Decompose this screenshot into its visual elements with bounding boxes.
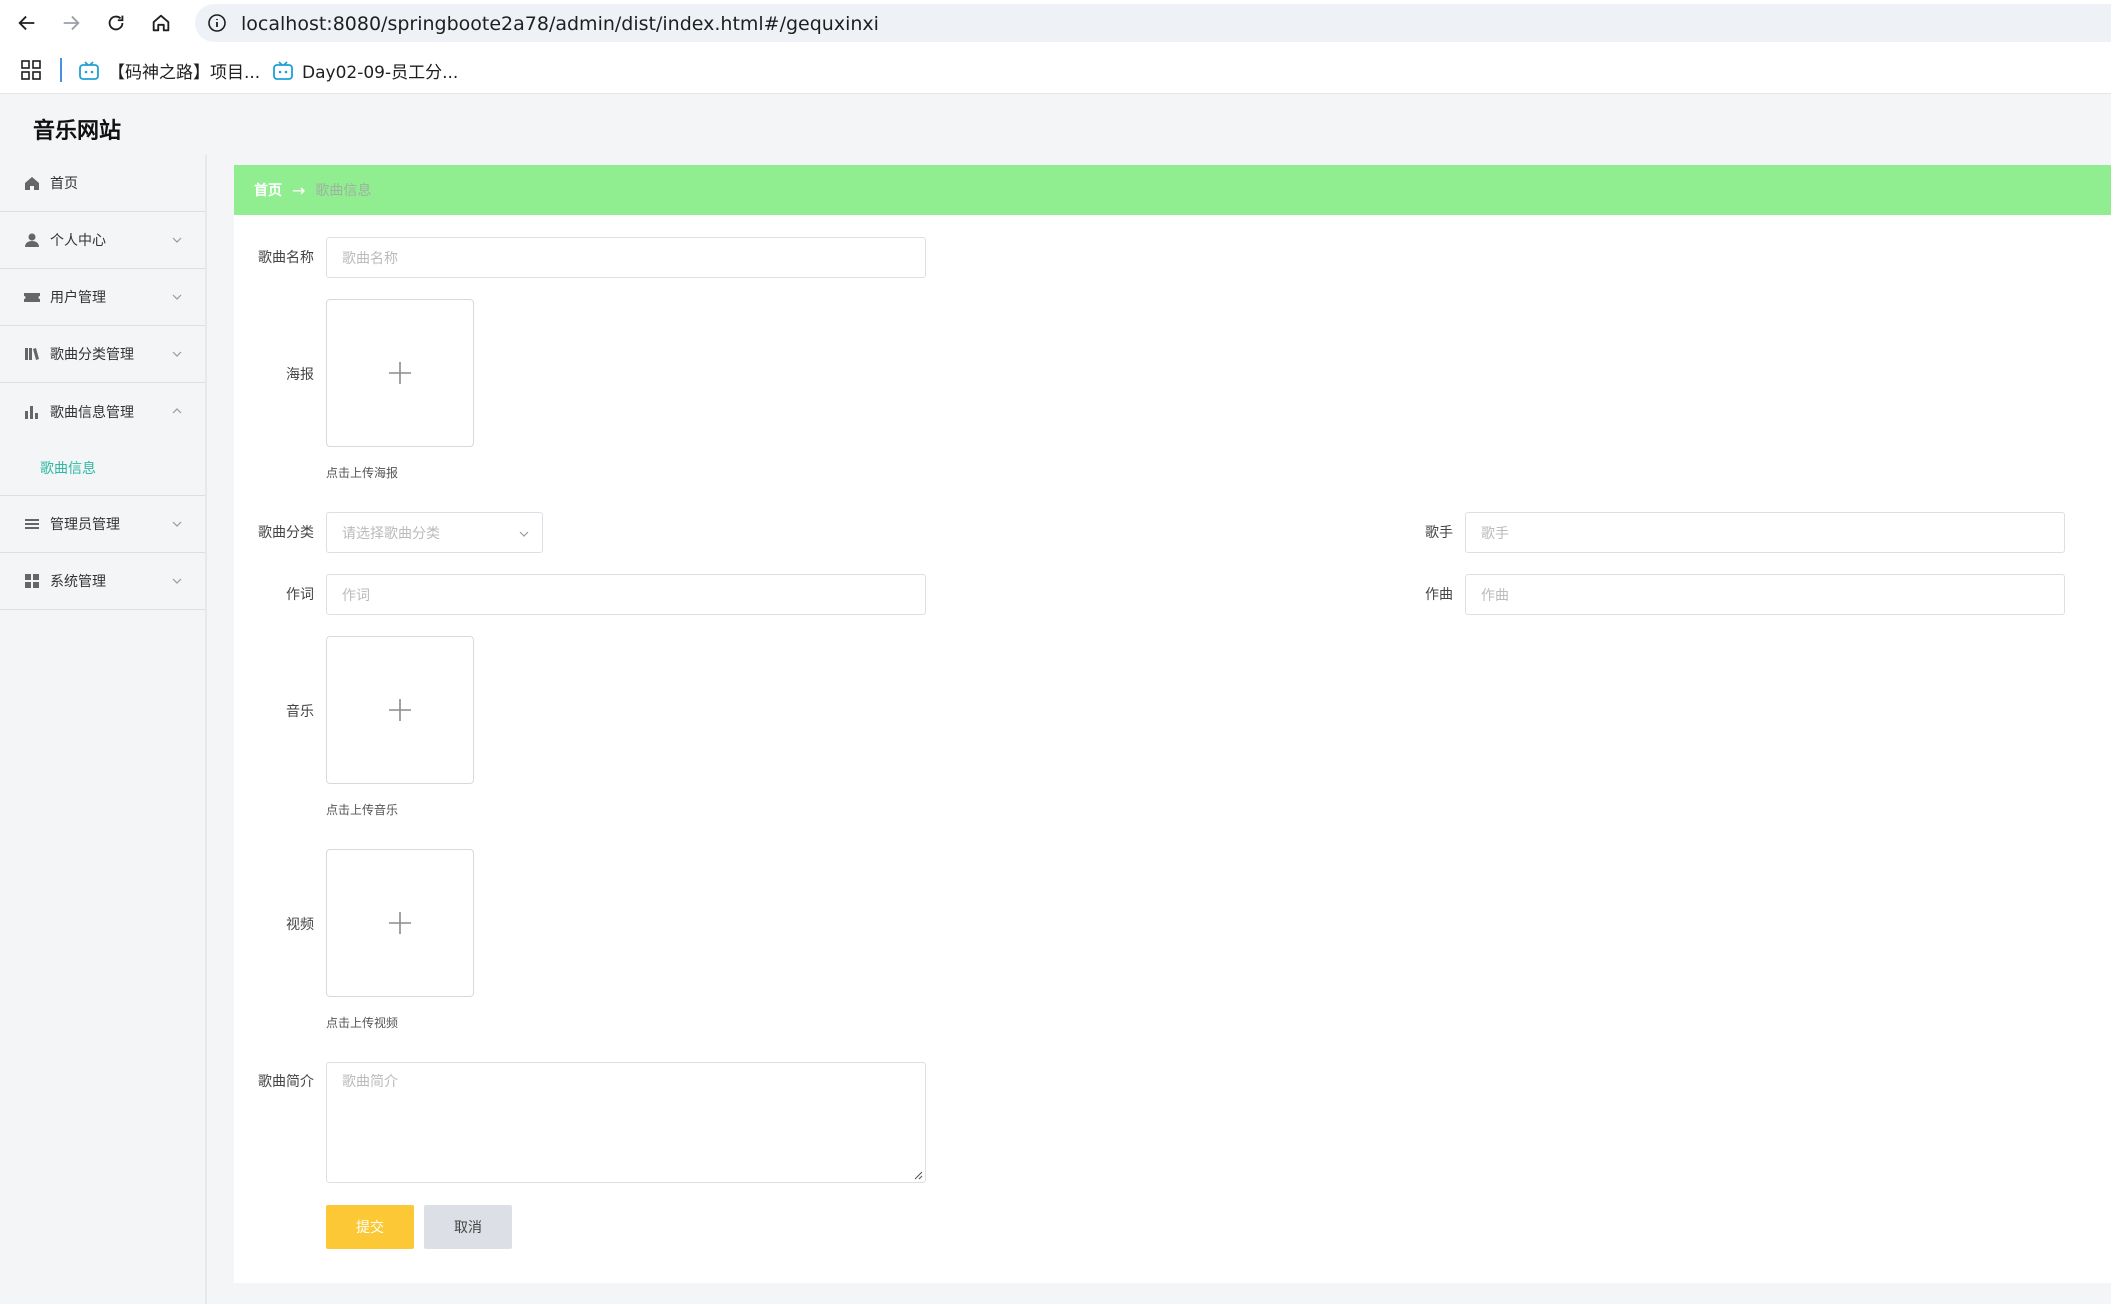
plus-icon bbox=[389, 699, 411, 721]
user-icon bbox=[24, 232, 40, 248]
intro-textarea[interactable]: 歌曲简介 bbox=[326, 1062, 926, 1183]
submit-button[interactable]: 提交 bbox=[326, 1205, 414, 1249]
home-icon bbox=[24, 175, 40, 191]
breadcrumb-arrow: → bbox=[292, 180, 306, 200]
bookmark-label: Day02-09-员工分... bbox=[302, 63, 459, 83]
video-upload[interactable] bbox=[326, 849, 474, 997]
bookmark-item-1[interactable]: 【码神之路】项目... bbox=[78, 58, 260, 83]
composer-placeholder: 作曲 bbox=[1481, 587, 1509, 604]
singer-input[interactable]: 歌手 bbox=[1465, 512, 2065, 553]
bookmarks-bar: 【码神之路】项目... Day02-09-员工分... bbox=[0, 46, 2111, 94]
bilibili-icon bbox=[273, 60, 293, 80]
grid-icon bbox=[24, 573, 40, 589]
home-button[interactable] bbox=[148, 10, 174, 36]
bilibili-icon bbox=[79, 60, 99, 80]
plus-icon bbox=[389, 912, 411, 934]
sidebar-item-label: 系统管理 bbox=[50, 574, 106, 590]
info-icon[interactable] bbox=[207, 13, 227, 33]
ticket-icon bbox=[24, 289, 40, 305]
category-label: 歌曲分类 bbox=[258, 525, 314, 541]
chevron-up-icon bbox=[172, 408, 182, 414]
app-root: 音乐网站 首页 个人中心 用户管理 歌曲分类管理 歌曲信息管理 歌曲信息 管理员… bbox=[0, 95, 2111, 1304]
song-name-label: 歌曲名称 bbox=[258, 250, 314, 266]
address-bar[interactable]: localhost:8080/springboote2a78/admin/dis… bbox=[195, 4, 2111, 42]
video-label: 视频 bbox=[286, 917, 314, 933]
home-icon bbox=[152, 14, 170, 32]
lyricist-placeholder: 作词 bbox=[342, 587, 370, 604]
video-upload-hint: 点击上传视频 bbox=[326, 1016, 399, 1030]
breadcrumb: 首页 → 歌曲信息 bbox=[234, 165, 2111, 215]
singer-placeholder: 歌手 bbox=[1481, 525, 1509, 542]
sidebar-item-label: 管理员管理 bbox=[50, 517, 120, 533]
resize-handle-icon[interactable] bbox=[913, 1170, 923, 1180]
intro-placeholder: 歌曲简介 bbox=[342, 1074, 398, 1090]
category-placeholder: 请选择歌曲分类 bbox=[342, 525, 440, 542]
sidebar-subitem-song-info[interactable]: 歌曲信息 bbox=[0, 440, 205, 496]
plus-icon bbox=[389, 362, 411, 384]
bookmark-item-2[interactable]: Day02-09-员工分... bbox=[272, 58, 458, 83]
sidebar-item-label: 歌曲分类管理 bbox=[50, 347, 134, 363]
song-name-placeholder: 歌曲名称 bbox=[342, 250, 398, 267]
sidebar-item-label: 用户管理 bbox=[50, 290, 106, 306]
reload-button[interactable] bbox=[103, 10, 129, 36]
main-content: 首页 → 歌曲信息 歌曲名称 歌曲名称 海报 点击上传海报 歌曲分类 请选择歌曲… bbox=[234, 165, 2111, 1283]
sidebar-item-song-info[interactable]: 歌曲信息管理 bbox=[0, 383, 205, 440]
bookmarks-divider bbox=[60, 58, 62, 82]
breadcrumb-home[interactable]: 首页 bbox=[254, 180, 282, 200]
url-text[interactable]: localhost:8080/springboote2a78/admin/dis… bbox=[241, 13, 879, 35]
poster-upload-hint: 点击上传海报 bbox=[326, 466, 399, 480]
song-name-input[interactable]: 歌曲名称 bbox=[326, 237, 926, 278]
browser-toolbar: localhost:8080/springboote2a78/admin/dis… bbox=[0, 0, 2111, 46]
list-icon bbox=[24, 516, 40, 532]
chevron-down-icon bbox=[172, 351, 182, 357]
music-label: 音乐 bbox=[286, 704, 314, 720]
breadcrumb-current: 歌曲信息 bbox=[315, 183, 372, 199]
library-icon bbox=[24, 346, 40, 362]
reload-icon bbox=[108, 15, 124, 31]
music-upload-hint: 点击上传音乐 bbox=[326, 803, 399, 817]
chevron-down-icon bbox=[172, 294, 182, 300]
chevron-down-icon bbox=[172, 578, 182, 584]
sidebar-item-label: 首页 bbox=[50, 176, 78, 192]
sidebar-item-song-category[interactable]: 歌曲分类管理 bbox=[0, 326, 205, 383]
composer-input[interactable]: 作曲 bbox=[1465, 574, 2065, 615]
arrow-left-icon bbox=[18, 15, 35, 31]
forward-button[interactable] bbox=[58, 10, 84, 36]
sidebar: 首页 个人中心 用户管理 歌曲分类管理 歌曲信息管理 歌曲信息 管理员管理 系统… bbox=[0, 155, 207, 1304]
sidebar-item-home[interactable]: 首页 bbox=[0, 155, 205, 212]
music-upload[interactable] bbox=[326, 636, 474, 784]
cancel-button[interactable]: 取消 bbox=[424, 1205, 512, 1249]
bar-chart-icon bbox=[24, 404, 40, 420]
poster-label: 海报 bbox=[286, 367, 314, 383]
sidebar-item-users[interactable]: 用户管理 bbox=[0, 269, 205, 326]
intro-label: 歌曲简介 bbox=[258, 1074, 314, 1090]
sidebar-item-admins[interactable]: 管理员管理 bbox=[0, 496, 205, 553]
singer-label: 歌手 bbox=[1425, 525, 1453, 541]
chevron-down-icon bbox=[172, 521, 182, 527]
site-brand: 音乐网站 bbox=[33, 119, 122, 144]
bookmark-label: 【码神之路】项目... bbox=[108, 63, 261, 83]
apps-grid-icon[interactable] bbox=[20, 59, 42, 81]
composer-label: 作曲 bbox=[1425, 587, 1453, 603]
sidebar-subitem-label: 歌曲信息 bbox=[40, 460, 96, 477]
back-button[interactable] bbox=[14, 10, 40, 36]
arrow-right-icon bbox=[63, 15, 80, 31]
category-select[interactable]: 请选择歌曲分类 bbox=[326, 512, 543, 553]
sidebar-item-label: 个人中心 bbox=[50, 233, 106, 249]
lyricist-input[interactable]: 作词 bbox=[326, 574, 926, 615]
chevron-down-icon bbox=[172, 237, 182, 243]
chevron-down-icon bbox=[519, 531, 529, 537]
sidebar-item-profile[interactable]: 个人中心 bbox=[0, 212, 205, 269]
lyricist-label: 作词 bbox=[286, 587, 314, 603]
poster-upload[interactable] bbox=[326, 299, 474, 447]
sidebar-item-system[interactable]: 系统管理 bbox=[0, 553, 205, 610]
sidebar-item-label: 歌曲信息管理 bbox=[50, 404, 134, 421]
